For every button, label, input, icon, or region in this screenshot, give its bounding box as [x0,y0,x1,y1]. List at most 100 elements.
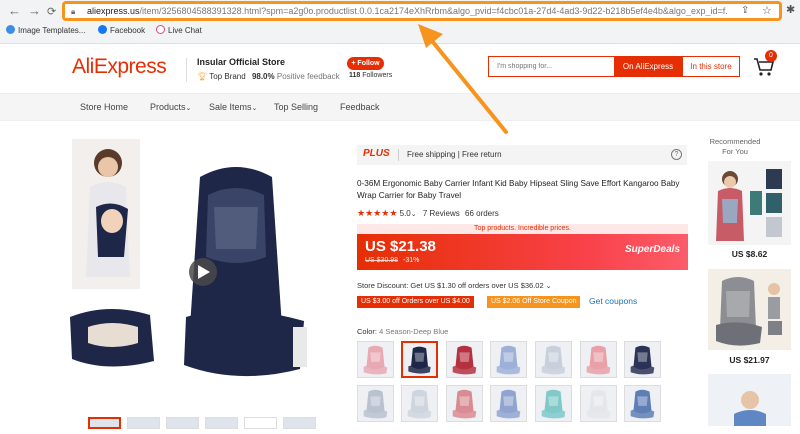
color-swatch[interactable] [357,385,394,422]
product-title: 0-36M Ergonomic Baby Carrier Infant Kid … [357,179,680,200]
swatch-carrier-icon [496,345,521,375]
color-swatch[interactable] [490,341,527,378]
bookmark-live-chat[interactable]: Live Chat [156,25,202,36]
nav-label: Sale Items [209,102,252,112]
plus-shipping-bar: PLUS Free shipping | Free return ? [357,145,687,165]
color-swatch[interactable] [535,341,572,378]
discount-percent: -31% [403,257,420,264]
address-bar[interactable]: 🔒︎ aliexpress.us/item/3256804588391328.h… [62,1,782,21]
bookmark-image-templates[interactable]: Image Templates... [6,25,85,36]
current-price: US $21.38 [365,238,436,255]
thumbnail[interactable] [127,417,160,429]
bookmark-label: Image Templates... [18,26,86,35]
nav-top-selling[interactable]: Top Selling [274,102,318,112]
search-input[interactable] [488,56,614,77]
star-icon: ★ [389,208,398,218]
rating-value: 5.0 [399,209,411,218]
share-icon[interactable]: ⇪ [741,5,749,16]
chevron-down-icon: ⌄ [543,283,552,290]
color-swatch[interactable] [580,385,617,422]
thumbnail[interactable] [205,417,238,429]
color-swatch[interactable] [624,385,661,422]
bookmark-star-icon[interactable]: ☆ [762,4,772,17]
forward-button[interactable]: → [28,4,41,18]
recommended-item-image[interactable] [708,269,791,350]
recommended-product-photo [708,269,791,350]
recommended-item-image[interactable] [708,161,791,245]
trophy-icon: 🏆︎ [197,72,208,81]
follow-button[interactable]: + Follow [347,57,384,70]
url-host: aliexpress.us [87,6,140,16]
color-swatch[interactable] [401,341,438,378]
store-coupon-badge[interactable]: US $2.06 Off Store Coupon [487,296,581,308]
color-swatch[interactable] [535,385,572,422]
chevron-down-icon: ⌄ [251,105,258,112]
help-icon[interactable]: ? [671,149,682,160]
followers-label: Followers [362,72,393,79]
color-swatch[interactable] [357,341,394,378]
store-discount[interactable]: Store Discount: Get US $1.30 off orders … [357,281,551,290]
orders-count: 66 orders [465,209,499,218]
thumbnail[interactable] [283,417,316,429]
bookmark-facebook[interactable]: Facebook [98,25,145,36]
color-swatch[interactable] [401,385,438,422]
color-value: 4 Season-Deep Blue [379,327,449,336]
shipping-text: Free shipping | Free return [407,150,502,159]
store-name[interactable]: Insular Official Store [197,57,285,67]
facebook-icon [98,25,107,34]
store-badge: Top Brand [209,72,246,81]
thumbnail[interactable] [88,417,121,429]
recommended-item-image[interactable] [708,374,791,426]
swatch-carrier-icon [630,345,655,375]
swatch-carrier-icon [408,346,431,374]
chevron-down-icon: ⌄ [185,105,192,112]
lock-icon: 🔒︎ [71,7,76,16]
nav-feedback[interactable]: Feedback [340,102,380,112]
recommended-title: Recommended For You [709,137,761,156]
nav-products[interactable]: Products⌄ [150,102,191,112]
bookmark-label: Live Chat [168,26,202,35]
store-discount-text: Store Discount: Get US $1.30 off orders … [357,281,544,290]
plus-logo: PLUS [363,148,390,159]
aliexpress-logo[interactable]: AliExpress [72,55,167,79]
recommended-price: US $21.97 [729,355,770,365]
get-coupons-link[interactable]: Get coupons [589,296,637,306]
feedback-label: Positive feedback [276,72,340,81]
color-swatch[interactable] [490,385,527,422]
swatch-carrier-icon [630,389,655,419]
search-aliexpress-button[interactable]: On AliExpress [614,56,682,77]
recommended-product-photo [708,374,791,426]
feedback-value: 98.0% [251,72,275,81]
swatch-carrier-icon [363,389,388,419]
color-swatch[interactable] [446,385,483,422]
product-main-image[interactable] [68,137,334,405]
reload-button[interactable]: ⟳ [47,5,56,19]
thumbnail[interactable] [166,417,199,429]
price-banner: Top products. Incredible prices. US $21.… [357,224,688,270]
superdeals-logo: SuperDeals [625,244,681,255]
url-text: aliexpress.us/item/3256804588391328.html… [87,6,727,16]
extensions-icon[interactable]: ✱ [786,3,795,16]
color-swatch[interactable] [580,341,617,378]
color-label: Color: 4 Season-Deep Blue [357,327,448,336]
search-store-button[interactable]: In this store [682,56,740,77]
color-swatch[interactable] [624,341,661,378]
nav-sale-items[interactable]: Sale Items⌄ [209,102,257,112]
thumbnail-strip [88,416,322,434]
star-icon: ★ [365,208,374,218]
nav-store-home[interactable]: Store Home [80,102,128,112]
back-button[interactable]: ← [8,4,21,18]
chevron-down-icon[interactable]: ⌄ [411,211,417,218]
store-nav: Store Home Products⌄ Sale Items⌄ Top Sel… [0,93,800,121]
image-templates-icon [6,25,15,34]
thumbnail[interactable] [244,417,277,429]
swatch-carrier-icon [586,345,611,375]
coupon-badge[interactable]: US $3.00 off Orders over US $4.00 [357,296,474,308]
reviews-link[interactable]: 7 Reviews [423,209,460,218]
browser-chrome: ← → ⟳ 🔒︎ aliexpress.us/item/325680458839… [0,0,800,44]
color-swatch[interactable] [446,341,483,378]
recommended-product-photo [708,161,791,245]
product-photo [70,139,307,377]
swatch-carrier-icon [363,345,388,375]
swatch-carrier-icon [496,389,521,419]
